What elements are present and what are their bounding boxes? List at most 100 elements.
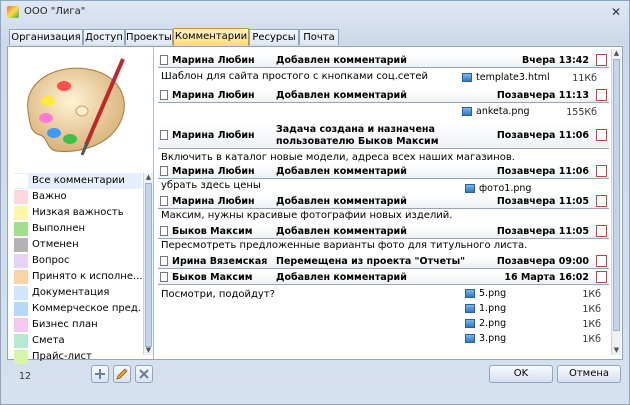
dialog-window: ООО "Лига" ✕ Организация Доступ Проекты …	[0, 0, 630, 405]
delete-icon[interactable]	[596, 225, 607, 237]
comment-header[interactable]: Марина Любин Добавлен комментарий Позавчер…	[158, 89, 609, 103]
tab-resources[interactable]: Ресурсы	[249, 29, 299, 45]
category-item[interactable]: Все комментарии	[14, 173, 142, 189]
delete-icon[interactable]	[596, 195, 607, 207]
comment-time: 16 Марта 16:02	[504, 272, 589, 283]
file-icon	[462, 73, 472, 82]
file-size: 11Кб	[572, 73, 597, 84]
comment-action: Добавлен комментарий	[276, 226, 407, 237]
comment-header[interactable]: Марина Любин Добавлен комментарий Позавчер…	[158, 195, 609, 209]
delete-button[interactable]	[135, 365, 153, 383]
tab-projects[interactable]: Проекты	[125, 29, 173, 45]
swatch-icon	[14, 334, 28, 348]
delete-icon[interactable]	[596, 271, 607, 283]
scroll-down-icon[interactable]: ▼	[612, 346, 621, 355]
add-button[interactable]	[91, 365, 109, 383]
file-icon	[465, 184, 475, 193]
plus-icon	[95, 369, 105, 379]
file-size: 1Кб	[582, 289, 601, 300]
tab-organization[interactable]: Организация	[9, 29, 83, 45]
delete-icon[interactable]	[596, 129, 607, 141]
tab-mail[interactable]: Почта	[299, 29, 339, 45]
scroll-down-icon[interactable]: ▼	[144, 346, 153, 355]
category-item[interactable]: Принято к исполне...	[14, 269, 142, 285]
category-item[interactable]: Низкая важность	[14, 205, 142, 221]
comment-header[interactable]: Быков Максим Добавлен комментарий Позавчер…	[158, 225, 609, 239]
category-label: Бизнес план	[32, 319, 98, 330]
comment-action: Перемещена из проекта "Отчеты"	[276, 256, 466, 267]
comment-header[interactable]: Марина Любин Задача создана и назначена по…	[158, 123, 609, 149]
comment-header[interactable]: Быков Максим Добавлен комментарий 16 Марта…	[158, 271, 609, 285]
comment-author: Быков Максим	[172, 272, 253, 283]
category-list: Все комментарии Важно Низкая важность Вы…	[14, 173, 142, 365]
tab-access[interactable]: Доступ	[83, 29, 125, 45]
app-icon	[7, 6, 19, 18]
delete-icon[interactable]	[596, 165, 607, 177]
swatch-icon	[14, 318, 28, 332]
document-icon	[160, 166, 168, 176]
comment-time: Вчера 13:42	[522, 55, 589, 66]
file-size: 155Кб	[566, 107, 597, 118]
category-label: Отменен	[32, 239, 79, 250]
comment-text: Посмотри, подойдут?	[161, 289, 275, 300]
ok-button[interactable]: OK	[489, 365, 553, 383]
comment-time: Позавчера 09:00	[496, 256, 589, 267]
category-item[interactable]: Вопрос	[14, 253, 142, 269]
swatch-icon	[14, 222, 28, 236]
cross-icon	[139, 369, 149, 379]
file-size: 1Кб	[582, 334, 601, 345]
category-item[interactable]: Документация	[14, 285, 142, 301]
comment-header[interactable]: Ирина Вяземская Перемещена из проекта "От…	[158, 255, 609, 269]
tab-comments[interactable]: Комментарии	[173, 28, 249, 46]
delete-icon[interactable]	[596, 255, 607, 267]
category-scrollbar[interactable]: ▲ ▼	[143, 173, 153, 355]
comment-action: Добавлен комментарий	[276, 272, 407, 283]
file-name: 2.png	[479, 318, 507, 329]
comment-action: Добавлен комментарий	[276, 55, 407, 66]
file-size: 1Кб	[582, 319, 601, 330]
comment-header[interactable]: Марина Любин Добавлен комментарий Вчера 13…	[158, 54, 609, 68]
category-item[interactable]: Бизнес план	[14, 317, 142, 333]
swatch-icon	[14, 286, 28, 300]
category-label: Все комментарии	[32, 175, 125, 186]
comment-action: Добавлен комментарий	[276, 90, 407, 101]
file-name: 3.png	[479, 333, 507, 344]
close-button[interactable]: ✕	[609, 5, 623, 19]
category-item[interactable]: Смета	[14, 333, 142, 349]
document-icon	[160, 90, 168, 100]
comment-time: Позавчера 11:05	[496, 196, 589, 207]
comment-author: Марина Любин	[172, 130, 255, 141]
category-item[interactable]: Коммерческое пред...	[14, 301, 142, 317]
delete-icon[interactable]	[596, 89, 607, 101]
palette-icon	[27, 58, 125, 156]
file-icon	[465, 304, 475, 313]
title-bar: ООО "Лига" ✕	[1, 1, 629, 23]
comment-text: Шаблон для сайта простого с кнопками соц…	[161, 71, 428, 82]
window-title: ООО "Лига"	[24, 6, 86, 17]
delete-icon[interactable]	[596, 54, 607, 66]
file-name: anketa.png	[476, 106, 530, 117]
file-icon	[465, 289, 475, 298]
comment-header[interactable]: Марина Любин Добавлен комментарий Позавчер…	[158, 165, 609, 179]
edit-button[interactable]	[113, 365, 131, 383]
scroll-thumb[interactable]	[613, 59, 620, 331]
comment-author: Ирина Вяземская	[172, 256, 268, 267]
comment-action-line2: пользователю Быков Максим	[276, 136, 439, 147]
swatch-icon	[14, 174, 28, 188]
feed-scrollbar[interactable]: ▲ ▼	[611, 49, 621, 355]
comment-author: Марина Любин	[172, 90, 255, 101]
file-name: 1.png	[479, 303, 507, 314]
comment-text: Включить в каталог новые модели, адреса …	[161, 152, 515, 163]
scroll-up-icon[interactable]: ▲	[144, 173, 153, 182]
document-icon	[160, 272, 168, 282]
file-name: 5.png	[479, 288, 507, 299]
category-item[interactable]: Выполнен	[14, 221, 142, 237]
category-item[interactable]: Отменен	[14, 237, 142, 253]
scroll-up-icon[interactable]: ▲	[612, 49, 621, 58]
scroll-thumb[interactable]	[145, 183, 152, 347]
swatch-icon	[14, 302, 28, 316]
category-item[interactable]: Важно	[14, 189, 142, 205]
cancel-button[interactable]: Отмена	[557, 365, 621, 383]
document-icon	[160, 196, 168, 206]
file-name: фото1.png	[479, 183, 532, 194]
